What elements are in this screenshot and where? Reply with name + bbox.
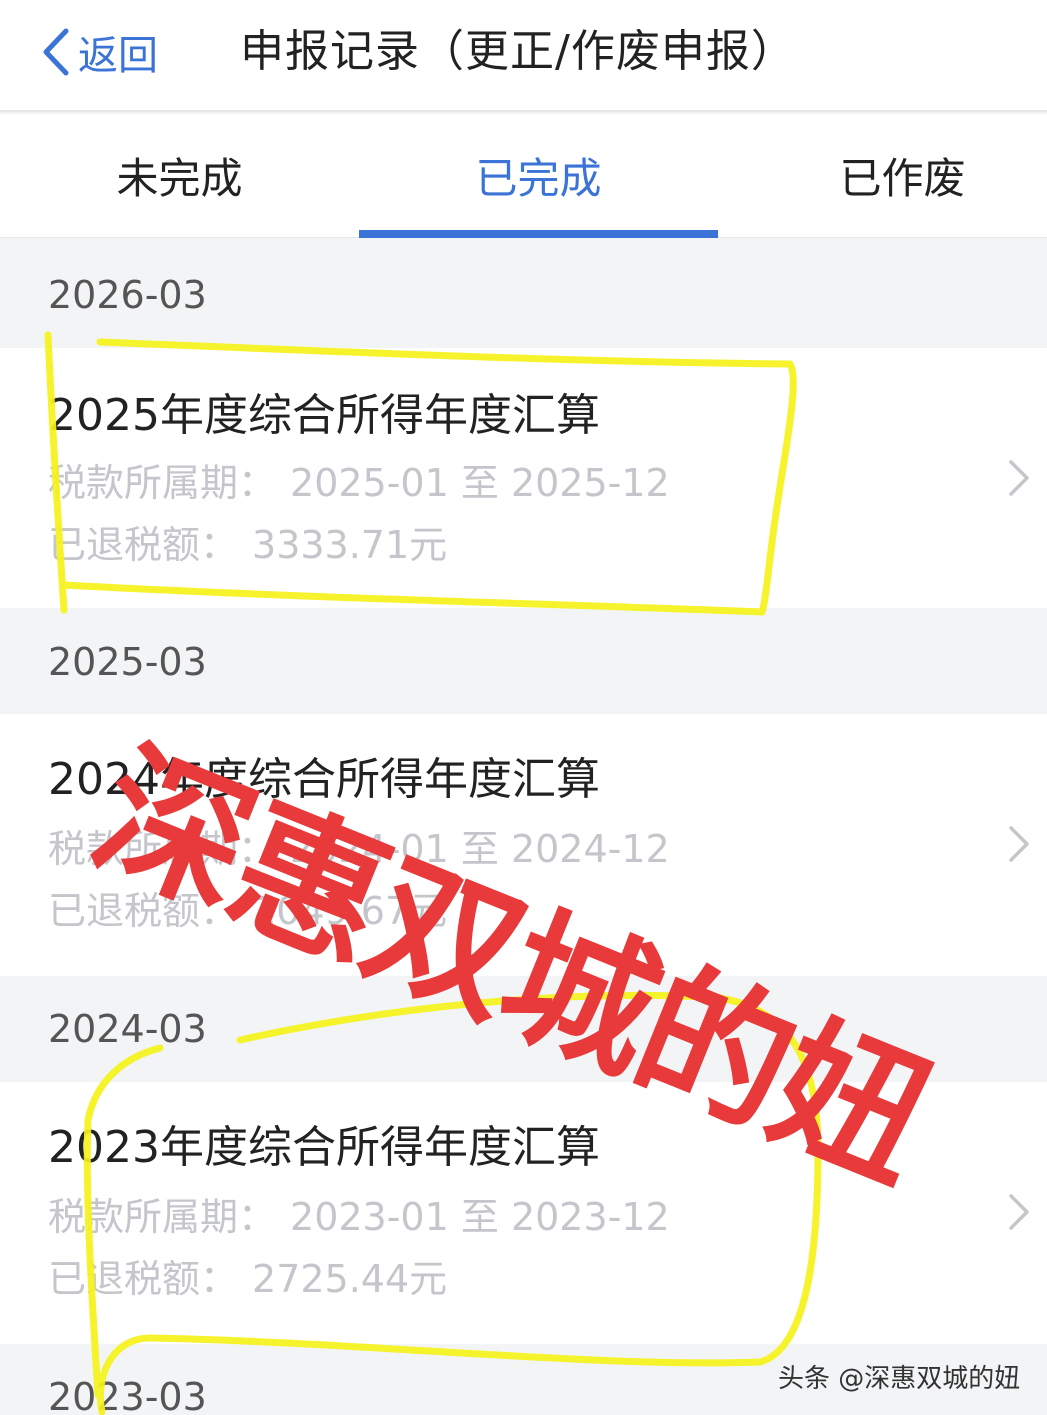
group-date-header: 2023-03 (48, 1375, 207, 1415)
tax-period-value: 2023-01 至 2023-12 (290, 1195, 670, 1239)
chevron-right-icon (1009, 460, 1029, 496)
refund-line: 已退税额： 3333.71元 (48, 520, 447, 570)
tax-period-label: 税款所属期： (48, 461, 277, 505)
page-title: 申报记录（更正/作废申报） (240, 26, 796, 77)
active-tab-indicator (359, 230, 718, 238)
source-watermark: 头条 @深惠双城的妞 (778, 1364, 1021, 1394)
record-title: 2023年度综合所得年度汇算 (48, 1122, 600, 1173)
refund-value: 2725.44元 (252, 1257, 448, 1301)
record-card[interactable]: 2025年度综合所得年度汇算 税款所属期： 2025-01 至 2025-12 已… (0, 348, 1047, 608)
back-button[interactable]: 返回 (38, 22, 158, 82)
refund-value: 3333.71元 (252, 523, 448, 567)
group-date-header: 2026-03 (48, 273, 207, 317)
back-label: 返回 (78, 33, 158, 79)
tab-incomplete[interactable]: 未完成 (0, 114, 359, 238)
nav-bar: 返回 申报记录（更正/作废申报） (0, 0, 1047, 112)
chevron-left-icon (43, 28, 69, 76)
tab-bar: 未完成 已完成 已作废 (0, 114, 1047, 238)
chevron-right-icon (1009, 1194, 1029, 1230)
refund-label: 已退税额： (48, 1257, 239, 1301)
tax-period-label: 税款所属期： (48, 1195, 277, 1239)
tax-period-line: 税款所属期： 2025-01 至 2025-12 (48, 458, 670, 508)
tab-completed[interactable]: 已完成 (359, 114, 718, 238)
group-date-header: 2025-03 (48, 640, 207, 684)
refund-label: 已退税额： (48, 523, 239, 567)
record-title: 2025年度综合所得年度汇算 (48, 390, 600, 441)
chevron-right-icon (1009, 826, 1029, 862)
refund-line: 已退税额： 2725.44元 (48, 1254, 447, 1304)
tax-period-value: 2025-01 至 2025-12 (290, 461, 670, 505)
tab-voided[interactable]: 已作废 (718, 114, 1047, 238)
group-date-header: 2024-03 (48, 1007, 207, 1051)
tax-period-line: 税款所属期： 2023-01 至 2023-12 (48, 1192, 670, 1242)
